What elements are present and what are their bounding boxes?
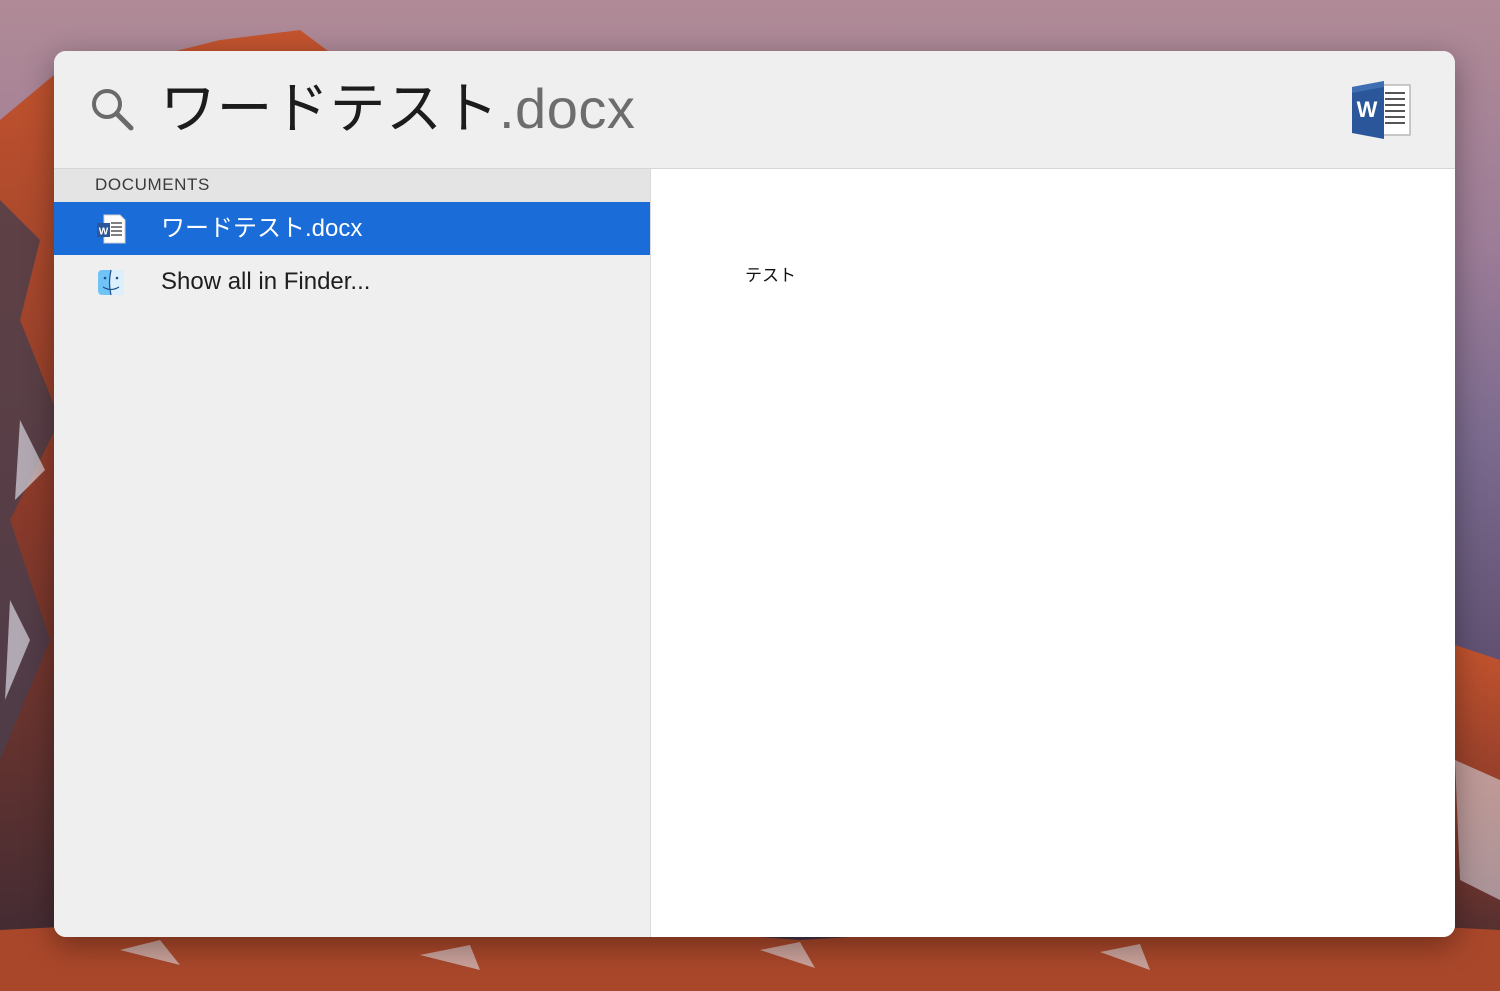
- search-query-typed: ワードテスト: [160, 77, 499, 140]
- word-app-icon: W: [1352, 81, 1411, 139]
- svg-text:W: W: [99, 227, 109, 238]
- spotlight-window: ワードテスト.docx W DOCUMENTS W ワードテスト.docx Sh…: [54, 51, 1455, 937]
- svg-text:W: W: [1357, 97, 1378, 122]
- section-header-documents: DOCUMENTS: [54, 169, 650, 202]
- show-all-in-finder[interactable]: Show all in Finder...: [54, 255, 650, 308]
- result-item-word-doc[interactable]: W ワードテスト.docx: [54, 202, 650, 255]
- search-query-completion: .docx: [499, 77, 636, 140]
- results-list: DOCUMENTS W ワードテスト.docx Show all in Find…: [54, 169, 651, 937]
- search-icon: [92, 89, 134, 131]
- show-all-label: Show all in Finder...: [161, 267, 371, 295]
- desktop-background: ワードテスト.docx W DOCUMENTS W ワードテスト.docx Sh…: [0, 0, 1500, 991]
- document-preview-text: テスト: [745, 266, 796, 286]
- search-bar[interactable]: ワードテスト.docx W: [54, 51, 1455, 169]
- search-input[interactable]: ワードテスト.docx: [160, 77, 635, 141]
- result-item-label: ワードテスト.docx: [161, 214, 363, 242]
- finder-icon: [98, 269, 124, 296]
- preview-pane: テスト: [651, 169, 1455, 937]
- word-document-icon: W: [97, 214, 126, 244]
